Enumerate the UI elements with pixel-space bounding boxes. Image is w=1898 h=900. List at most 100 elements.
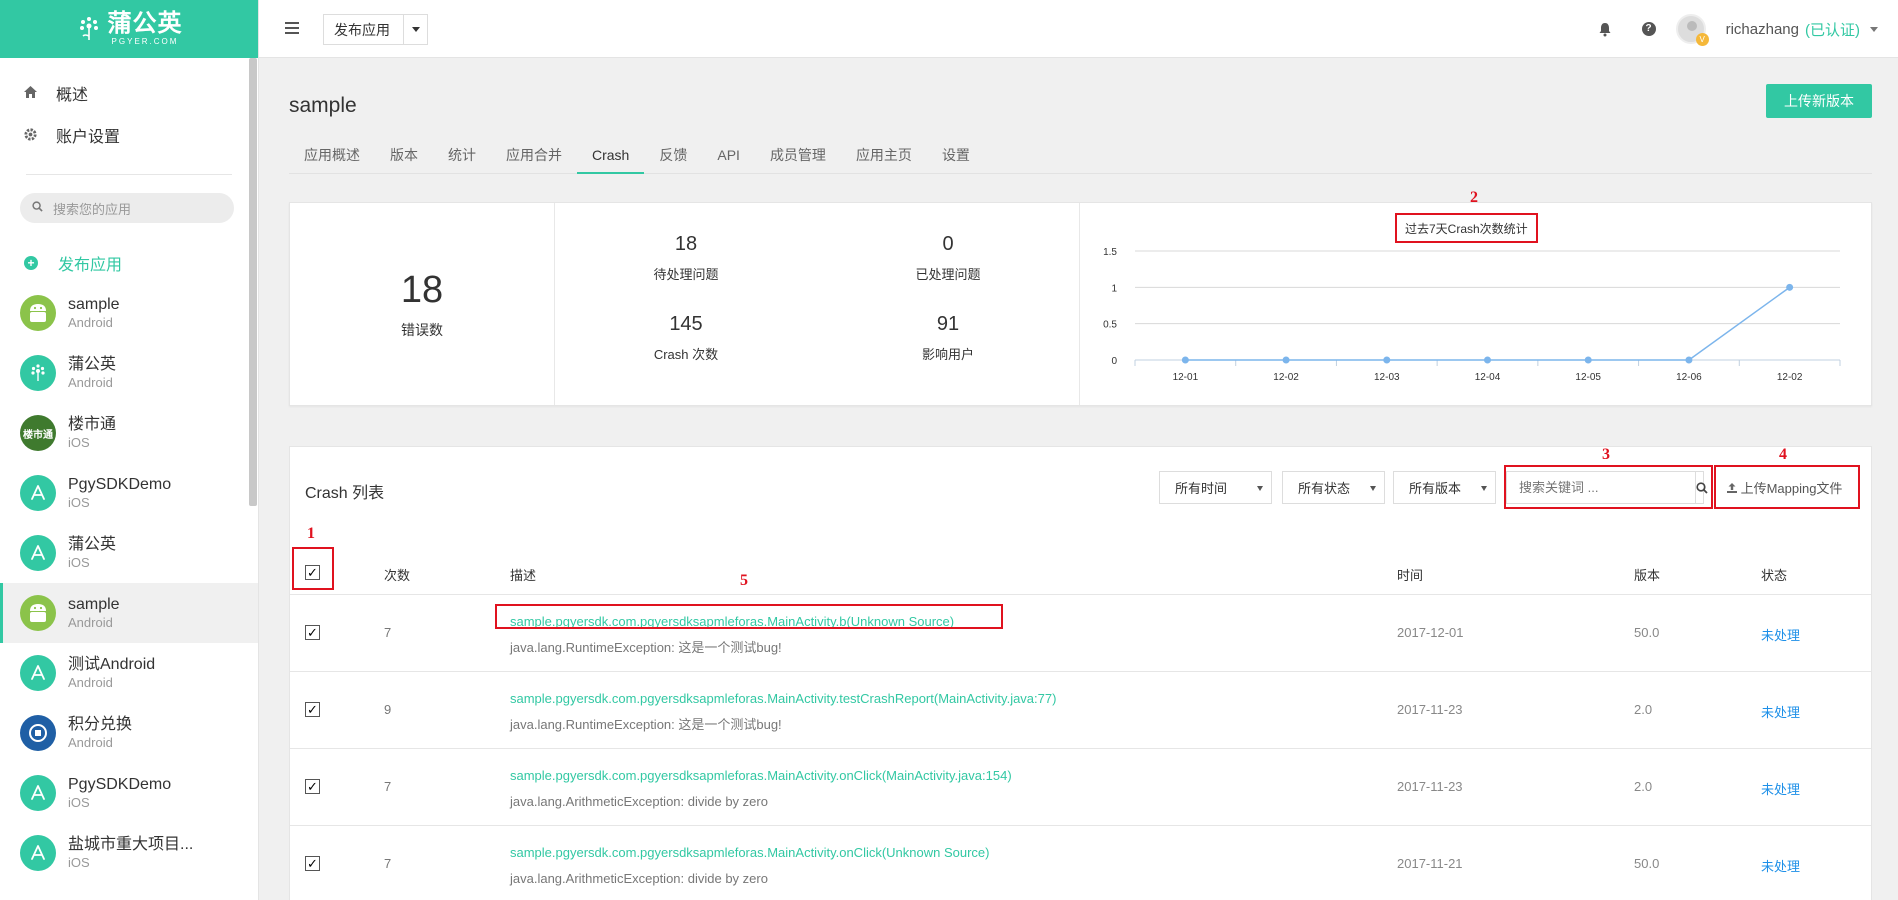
crash-count-value: 145 (669, 313, 703, 335)
app-name: 楼市通 (68, 416, 117, 433)
sidebar-item-overview[interactable]: 概述 (0, 72, 258, 114)
error-count-label: 错误数 (401, 321, 443, 338)
caret-down-icon (1370, 486, 1376, 491)
app-list: sample Android 蒲公英 Android 楼市通 楼市通 iOS PgySDKDe… (0, 283, 258, 883)
row-status-link[interactable]: 未处理 (1761, 779, 1800, 798)
row-status-link[interactable]: 未处理 (1761, 625, 1800, 644)
tab-2[interactable]: 统计 (433, 142, 491, 174)
data-point (1282, 356, 1290, 364)
row-checkbox[interactable]: ✓ (305, 779, 320, 794)
col-version-header: 版本 (1634, 568, 1661, 583)
tab-8[interactable]: 应用主页 (841, 142, 927, 174)
row-checkbox[interactable]: ✓ (305, 856, 320, 871)
app-search-input[interactable]: 搜索您的应用 (20, 193, 234, 223)
row-description: sample.pgyersdk.com.pgyersdksapmleforas.… (510, 840, 990, 892)
brand-logo[interactable]: 蒲公英 PGYER.COM (0, 0, 258, 58)
app-platform: iOS (68, 495, 90, 510)
annotation-box-5 (495, 604, 1003, 629)
sidebar-scrollbar[interactable] (249, 58, 257, 506)
tab-4[interactable]: Crash (577, 142, 645, 174)
tab-1[interactable]: 版本 (375, 142, 433, 174)
time-filter-select[interactable]: 所有时间 (1159, 471, 1272, 504)
sidebar-app-item[interactable]: 盐城市重大项目... iOS (0, 823, 258, 883)
avatar[interactable]: V (1675, 14, 1709, 46)
row-status-link[interactable]: 未处理 (1761, 856, 1800, 875)
chevron-down-icon[interactable] (403, 15, 427, 44)
sidebar-app-item[interactable]: sample Android (0, 583, 258, 643)
app-store-icon (20, 535, 56, 571)
sidebar-item-account-settings[interactable]: 账户设置 (0, 114, 258, 156)
crash-exception: java.lang.RuntimeException: 这是一个测试bug! (510, 717, 782, 732)
data-point (1484, 356, 1491, 364)
app-platform: Android (68, 735, 113, 750)
x-tick-label: 12-06 (1676, 372, 1702, 383)
status-filter-select[interactable]: 所有状态 (1282, 471, 1385, 504)
row-time: 2017-11-23 (1397, 702, 1463, 717)
app-platform: Android (68, 315, 113, 330)
tab-6[interactable]: API (702, 142, 755, 174)
stat-grid: 18 待处理问题 0 已处理问题 145 Crash 次数 91 影响用户 (555, 203, 1080, 405)
sidebar-app-item[interactable]: PgySDKDemo iOS (0, 763, 258, 823)
app-platform: Android (68, 615, 113, 630)
col-desc-header: 描述 (510, 568, 537, 583)
version-filter-value: 所有版本 (1409, 481, 1462, 496)
tab-0[interactable]: 应用概述 (289, 142, 375, 174)
row-version: 2.0 (1634, 779, 1653, 794)
version-filter-select[interactable]: 所有版本 (1393, 471, 1496, 504)
error-count-stat: 18 错误数 (290, 203, 555, 405)
sidebar-app-item[interactable]: 楼市通 楼市通 iOS (0, 403, 258, 463)
row-checkbox[interactable]: ✓ (305, 702, 320, 717)
row-count: 7 (384, 856, 392, 871)
table-body: ✓ 7 sample.pgyersdk.com.pgyersdksapmlefora… (290, 595, 1871, 900)
verified-status: (已认证) (1805, 21, 1860, 39)
crash-title-link[interactable]: sample.pgyersdk.com.pgyersdksapmleforas.… (510, 763, 1012, 789)
app-type-select[interactable]: 发布应用 (323, 14, 428, 45)
publish-app-label: 发布应用 (58, 257, 123, 274)
bell-icon[interactable] (1598, 22, 1612, 37)
app-name: 积分兑换 (68, 716, 133, 733)
tab-9[interactable]: 设置 (927, 142, 985, 174)
home-icon (22, 85, 38, 101)
crash-list-card: Crash 列表 所有时间 所有状态 所有版本 上传Mapping文件 ✓ 次数… (289, 446, 1872, 900)
app-logo-icon: 楼市通 (20, 415, 56, 451)
tab-5[interactable]: 反馈 (644, 142, 702, 174)
handled-issues-label: 已处理问题 (915, 267, 981, 282)
annotation-number-4: 4 (1779, 446, 1787, 463)
verified-badge: V (1695, 33, 1709, 46)
row-checkbox[interactable]: ✓ (305, 625, 320, 640)
sidebar-app-item[interactable]: 蒲公英 iOS (0, 523, 258, 583)
sidebar-divider (26, 174, 232, 175)
app-platform: iOS (68, 435, 90, 450)
table-row: ✓ 7 sample.pgyersdk.com.pgyersdksapmlefora… (290, 826, 1871, 900)
row-status-link[interactable]: 未处理 (1761, 702, 1800, 721)
sidebar-app-item[interactable]: 积分兑换 Android (0, 703, 258, 763)
sidebar-app-item[interactable]: sample Android (0, 283, 258, 343)
app-name: sample (68, 596, 120, 613)
menu-toggle-icon[interactable] (285, 22, 299, 37)
sidebar-app-item[interactable]: PgySDKDemo iOS (0, 463, 258, 523)
table-row: ✓ 9 sample.pgyersdk.com.pgyersdksapmlefora… (290, 672, 1871, 749)
username[interactable]: richazhang (1726, 21, 1799, 38)
pending-issues-label: 待处理问题 (653, 267, 719, 282)
app-platform: Android (68, 675, 113, 690)
sidebar-app-item[interactable]: 蒲公英 Android (0, 343, 258, 403)
pending-issues-stat: 18 待处理问题 (555, 233, 817, 283)
app-item-text: sample Android (68, 295, 120, 331)
time-filter-value: 所有时间 (1175, 481, 1228, 496)
help-icon[interactable]: ? (1641, 22, 1656, 36)
publish-app-link[interactable]: + 发布应用 (0, 251, 258, 275)
app-item-text: 蒲公英 iOS (68, 535, 116, 571)
annotation-number-2: 2 (1470, 189, 1478, 206)
pending-issues-value: 18 (674, 233, 698, 255)
col-status-header: 状态 (1761, 568, 1788, 583)
crash-title-link[interactable]: sample.pgyersdk.com.pgyersdksapmleforas.… (510, 686, 1056, 712)
app-search-placeholder: 搜索您的应用 (53, 201, 132, 217)
user-menu-chevron-icon[interactable] (1870, 26, 1878, 32)
app-store-icon (20, 655, 56, 691)
row-version: 50.0 (1634, 625, 1660, 640)
tab-3[interactable]: 应用合并 (491, 142, 577, 174)
upload-new-version-button[interactable]: 上传新版本 (1766, 84, 1872, 118)
crash-title-link[interactable]: sample.pgyersdk.com.pgyersdksapmleforas.… (510, 840, 990, 866)
sidebar-app-item[interactable]: 测试Android Android (0, 643, 258, 703)
tab-7[interactable]: 成员管理 (755, 142, 841, 174)
